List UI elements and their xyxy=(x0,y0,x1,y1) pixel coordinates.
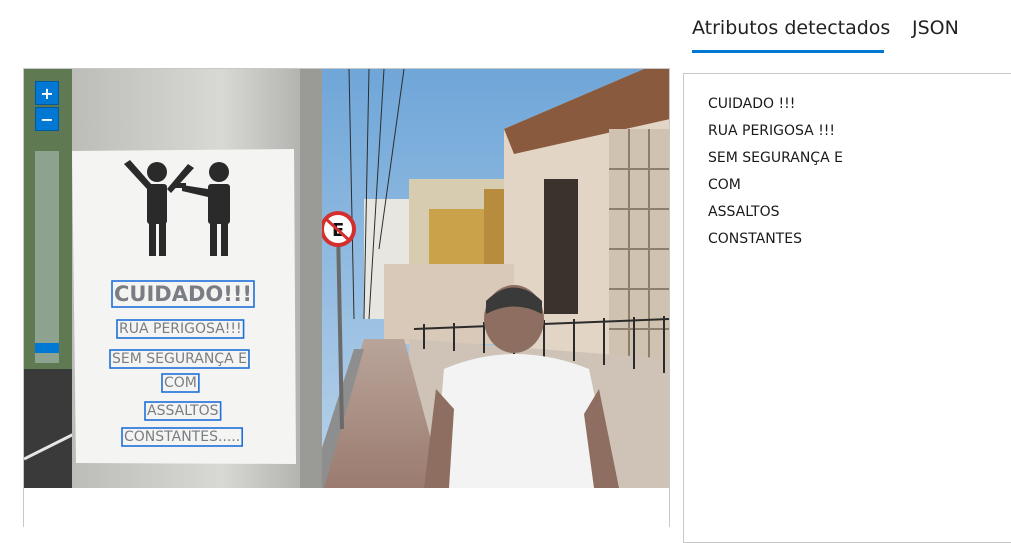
tab-bar: Atributos detectados JSON xyxy=(692,0,959,56)
poster-text-line: SEM SEGURANÇA E xyxy=(112,351,247,367)
poster-text-line: CONSTANTES..... xyxy=(124,429,240,445)
result-line: CUIDADO !!! xyxy=(708,96,796,112)
poster-text-line: CUIDADO!!! xyxy=(114,282,252,306)
result-line: RUA PERIGOSA !!! xyxy=(708,123,836,139)
zoom-slider[interactable] xyxy=(35,151,59,363)
zoom-out-button[interactable]: − xyxy=(35,107,59,131)
image-viewer[interactable]: E CUIDADO!!!RUA PERIGOSA!!!SEM SEGURANÇA… xyxy=(23,68,670,527)
poster-text-line: ASSALTOS xyxy=(147,403,219,419)
result-line: CONSTANTES xyxy=(708,231,802,247)
tab-json[interactable]: JSON xyxy=(884,0,959,56)
poster-text-line: RUA PERIGOSA!!! xyxy=(119,321,242,337)
tab-detected-attributes[interactable]: Atributos detectados xyxy=(692,0,890,56)
analyzed-photo: E CUIDADO!!!RUA PERIGOSA!!!SEM SEGURANÇA… xyxy=(24,69,669,488)
result-line: SEM SEGURANÇA E xyxy=(708,150,843,166)
zoom-slider-handle[interactable] xyxy=(35,343,59,353)
zoom-in-button[interactable]: + xyxy=(35,81,59,105)
poster-text-line: COM xyxy=(164,375,197,391)
detected-text-panel: CUIDADO !!! RUA PERIGOSA !!! SEM SEGURAN… xyxy=(683,73,1011,543)
result-line: ASSALTOS xyxy=(708,204,780,220)
result-line: COM xyxy=(708,177,741,193)
